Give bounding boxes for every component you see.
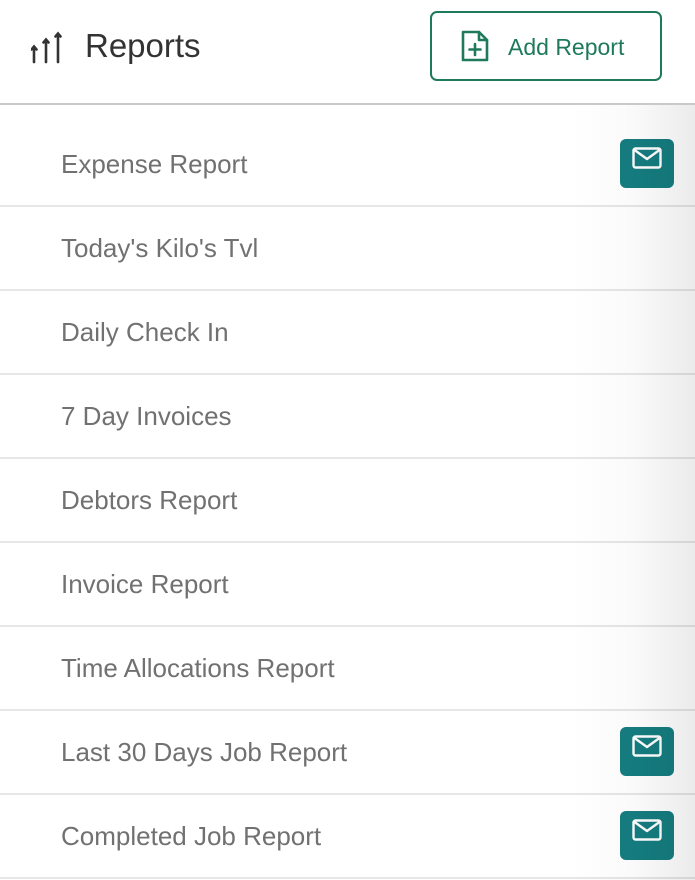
reports-bars-icon (31, 31, 62, 64)
list-item[interactable]: Daily Check In (0, 291, 695, 375)
page-header: Reports Add Report (0, 0, 695, 105)
list-item[interactable]: Debtors Report (0, 459, 695, 543)
list-item[interactable]: Last 30 Days Job Report (0, 711, 695, 795)
report-label: 7 Day Invoices (61, 401, 232, 431)
mail-icon (632, 147, 662, 169)
file-plus-icon (461, 30, 489, 62)
reports-list: Expense Report Today's Kilo's Tvl Daily … (0, 123, 695, 879)
email-report-button[interactable] (620, 811, 674, 860)
mail-icon (632, 735, 662, 757)
report-label: Invoice Report (61, 569, 229, 599)
add-report-button[interactable]: Add Report (430, 11, 662, 81)
report-label: Debtors Report (61, 485, 238, 515)
list-item[interactable]: 7 Day Invoices (0, 375, 695, 459)
report-label: Last 30 Days Job Report (61, 737, 348, 767)
email-report-button[interactable] (620, 727, 674, 776)
list-item[interactable]: Expense Report (0, 123, 695, 207)
email-report-button[interactable] (620, 139, 674, 188)
report-label: Expense Report (61, 149, 248, 179)
report-label: Today's Kilo's Tvl (61, 233, 259, 263)
mail-icon (632, 819, 662, 841)
page-title: Reports (85, 27, 201, 64)
list-item[interactable]: Time Allocations Report (0, 627, 695, 711)
list-item[interactable]: Invoice Report (0, 543, 695, 627)
report-label: Completed Job Report (61, 821, 322, 851)
add-report-label: Add Report (508, 34, 625, 60)
report-label: Daily Check In (61, 317, 229, 347)
list-item[interactable]: Today's Kilo's Tvl (0, 207, 695, 291)
list-item[interactable]: Completed Job Report (0, 795, 695, 879)
report-label: Time Allocations Report (61, 653, 335, 683)
